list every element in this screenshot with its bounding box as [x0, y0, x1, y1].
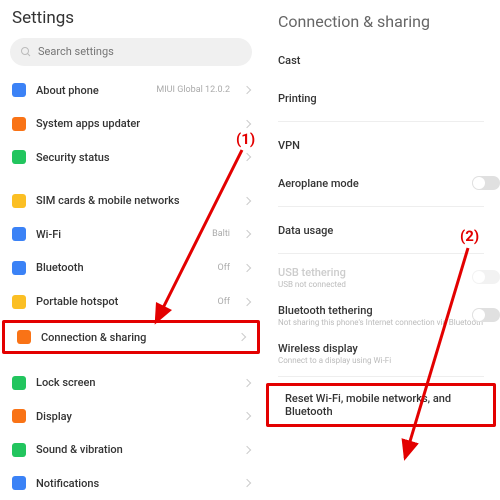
menu-value: Off [218, 297, 230, 307]
display-icon [12, 409, 26, 423]
item-sublabel: Connect to a display using Wi-Fi [278, 356, 484, 365]
menu-security-status[interactable]: Security status [0, 141, 262, 175]
menu-label: System apps updater [36, 117, 234, 130]
menu-label: Notifications [36, 477, 234, 490]
item-aeroplane-mode[interactable]: Aeroplane mode [262, 164, 500, 202]
divider [278, 121, 484, 122]
menu-label: Display [36, 410, 234, 423]
chevron-right-icon [243, 153, 251, 161]
chevron-right-icon [243, 378, 251, 386]
bell-icon [12, 476, 26, 490]
item-usb-tethering[interactable]: USB tetheringUSB not connected [262, 258, 500, 296]
item-label: Aeroplane mode [278, 177, 484, 190]
menu-label: Connection & sharing [41, 331, 229, 344]
panel-title: Connection & sharing [262, 12, 500, 41]
item-label: Printing [278, 92, 484, 105]
divider [278, 253, 484, 254]
menu-label: Bluetooth [36, 261, 208, 274]
lock-icon [12, 376, 26, 390]
shield-icon [12, 150, 26, 164]
item-data-usage[interactable]: Data usage [262, 211, 500, 249]
menu-bluetooth[interactable]: Bluetooth Off [0, 251, 262, 285]
chevron-right-icon [238, 333, 246, 341]
menu-portable-hotspot[interactable]: Portable hotspot Off [0, 285, 262, 319]
menu-value: Balti [212, 229, 230, 239]
item-label: Cast [278, 54, 484, 67]
toggle-switch[interactable] [472, 176, 500, 190]
settings-left-panel: Settings About phone MIUI Global 12.0.2 … [0, 0, 262, 500]
page-title: Settings [0, 0, 262, 34]
search-input[interactable] [38, 45, 242, 58]
chevron-right-icon [243, 264, 251, 272]
item-printing[interactable]: Printing [262, 79, 500, 117]
menu-value: MIUI Global 12.0.2 [156, 85, 230, 95]
sim-icon [12, 194, 26, 208]
item-sublabel: USB not connected [278, 280, 484, 289]
item-vpn[interactable]: VPN [262, 126, 500, 164]
share-icon [17, 330, 31, 344]
menu-label: Wi-Fi [36, 228, 202, 241]
bluetooth-icon [12, 261, 26, 275]
menu-label: About phone [36, 84, 146, 97]
menu-system-apps-updater[interactable]: System apps updater [0, 107, 262, 141]
chevron-right-icon [243, 86, 251, 94]
menu-label: Lock screen [36, 376, 234, 389]
chevron-right-icon [243, 412, 251, 420]
connection-sharing-panel: Connection & sharing Cast Printing VPN A… [262, 0, 500, 500]
search-icon [20, 46, 32, 58]
toggle-switch[interactable] [472, 270, 500, 284]
menu-label: Portable hotspot [36, 295, 208, 308]
item-label: Bluetooth tethering [278, 304, 484, 317]
item-sublabel: Not sharing this phone's Internet connec… [278, 318, 484, 327]
menu-notifications[interactable]: Notifications [0, 466, 262, 500]
chevron-right-icon [243, 445, 251, 453]
item-label: USB tethering [278, 266, 484, 279]
chevron-right-icon [243, 479, 251, 487]
sound-icon [12, 443, 26, 457]
search-bar[interactable] [10, 38, 252, 66]
item-wireless-display[interactable]: Wireless displayConnect to a display usi… [262, 334, 500, 372]
divider [278, 376, 484, 377]
item-label: Reset Wi-Fi, mobile networks, and Blueto… [285, 392, 477, 418]
menu-sound-vibration[interactable]: Sound & vibration [0, 433, 262, 467]
item-label: Data usage [278, 224, 484, 237]
phone-icon [12, 83, 26, 97]
item-label: Wireless display [278, 342, 484, 355]
menu-label: Security status [36, 151, 234, 164]
item-reset-networks[interactable]: Reset Wi-Fi, mobile networks, and Blueto… [266, 383, 496, 427]
menu-display[interactable]: Display [0, 399, 262, 433]
menu-lock-screen[interactable]: Lock screen [0, 366, 262, 400]
menu-wifi[interactable]: Wi-Fi Balti [0, 218, 262, 252]
menu-connection-sharing[interactable]: Connection & sharing [2, 320, 260, 354]
menu-value: Off [218, 263, 230, 273]
menu-label: Sound & vibration [36, 443, 234, 456]
wifi-icon [12, 227, 26, 241]
chevron-right-icon [243, 297, 251, 305]
item-cast[interactable]: Cast [262, 41, 500, 79]
toggle-switch[interactable] [472, 308, 500, 322]
hotspot-icon [12, 295, 26, 309]
chevron-right-icon [243, 230, 251, 238]
divider [278, 206, 484, 207]
update-icon [12, 117, 26, 131]
chevron-right-icon [243, 120, 251, 128]
item-label: VPN [278, 139, 484, 152]
menu-sim-cards[interactable]: SIM cards & mobile networks [0, 184, 262, 218]
menu-about-phone[interactable]: About phone MIUI Global 12.0.2 [0, 74, 262, 108]
item-bluetooth-tethering[interactable]: Bluetooth tetheringNot sharing this phon… [262, 296, 500, 334]
menu-label: SIM cards & mobile networks [36, 194, 234, 207]
chevron-right-icon [243, 197, 251, 205]
